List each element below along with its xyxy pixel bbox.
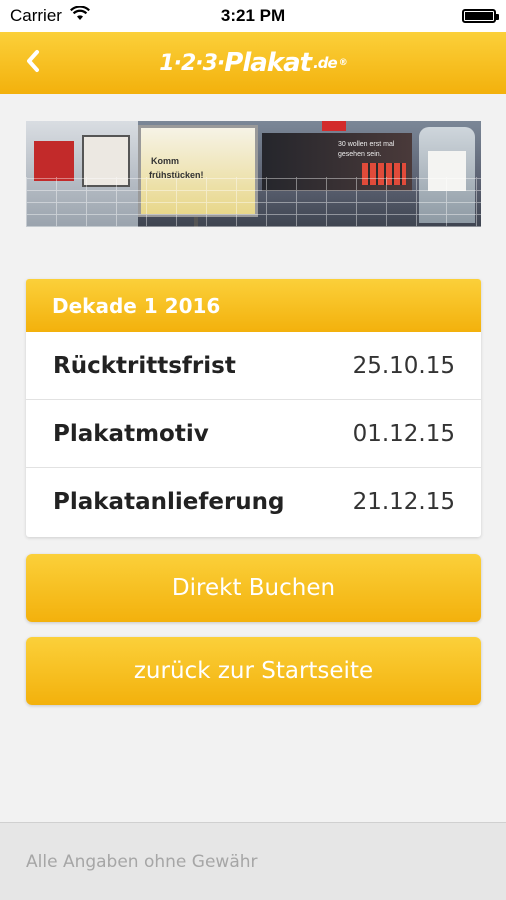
- row-value: 01.12.15: [352, 420, 455, 447]
- logo-tld: .de: [313, 54, 338, 72]
- banner-red-poster: [34, 141, 74, 181]
- back-button[interactable]: [20, 48, 46, 78]
- carrier-label: Carrier: [10, 6, 62, 25]
- direkt-buchen-button[interactable]: Direkt Buchen: [26, 554, 481, 622]
- row-label: Rücktrittsfrist: [53, 352, 236, 379]
- row-label: Plakatmotiv: [53, 420, 209, 447]
- battery-icon: [462, 9, 499, 23]
- card-row-plakatmotiv: Plakatmotiv 01.12.15: [26, 400, 481, 468]
- nav-bar: 1·2·3· Plakat .de ®: [0, 32, 506, 94]
- footer: Alle Angaben ohne Gewähr: [0, 822, 506, 900]
- card-row-ruecktrittsfrist: Rücktrittsfrist 25.10.15: [26, 332, 481, 400]
- banner-image: Komm frühstücken! 30 wollen erst mal ges…: [26, 121, 481, 227]
- logo-registered: ®: [338, 58, 348, 68]
- status-left: Carrier: [10, 5, 90, 26]
- card-row-plakatanlieferung: Plakatanlieferung 21.12.15: [26, 468, 481, 536]
- startseite-button[interactable]: zurück zur Startseite: [26, 637, 481, 705]
- brand-logo: 1·2·3· Plakat .de ®: [159, 48, 348, 78]
- row-label: Plakatanlieferung: [53, 489, 285, 515]
- chevron-left-icon: [25, 49, 41, 77]
- banner-red-sign: [322, 121, 346, 131]
- card-header: Dekade 1 2016: [26, 279, 481, 332]
- billboard-text-1: 30 wollen erst mal: [338, 141, 395, 148]
- row-value: 25.10.15: [352, 352, 455, 379]
- poster-text-1: Komm: [151, 156, 180, 166]
- billboard-text-2: gesehen sein.: [338, 151, 382, 158]
- logo-word: Plakat: [224, 48, 312, 78]
- banner-grid-overlay: [26, 177, 481, 227]
- dekade-card: Dekade 1 2016 Rücktrittsfrist 25.10.15 P…: [26, 279, 481, 537]
- row-value: 21.12.15: [352, 489, 455, 515]
- disclaimer-text: Alle Angaben ohne Gewähr: [26, 851, 258, 872]
- logo-numbers: 1·2·3·: [159, 50, 225, 76]
- status-bar: Carrier 3:21 PM: [0, 0, 506, 32]
- wifi-icon: [69, 5, 90, 26]
